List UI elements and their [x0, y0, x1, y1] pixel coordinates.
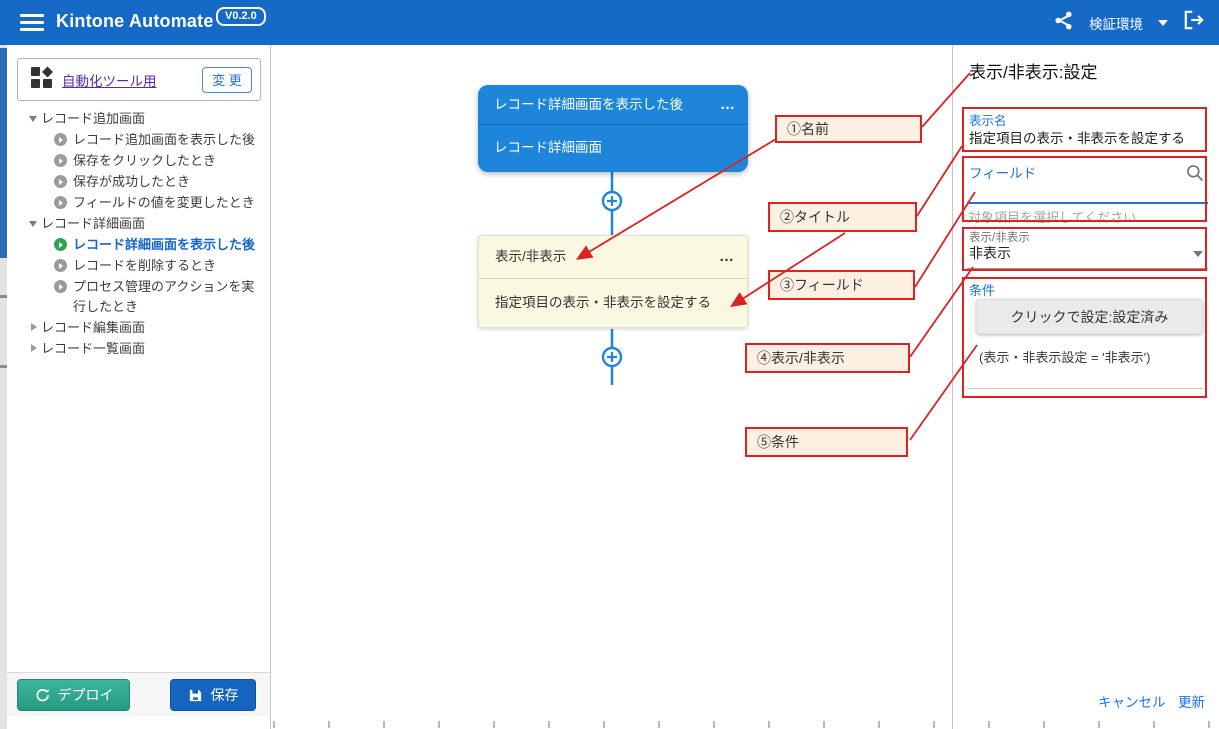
chevron-down-icon [29, 116, 37, 122]
tree-group-record-list[interactable]: レコード一覧画面 [7, 338, 271, 359]
version-badge: V0.2.0 [216, 7, 266, 26]
tree-item[interactable]: レコードを削除するとき [7, 255, 271, 276]
search-icon[interactable] [1185, 163, 1205, 188]
condition-expression: (表示・非表示設定 = '非表示') [979, 347, 1150, 366]
play-circle-icon [54, 154, 67, 167]
kintone-automate-app: Kintone Automate V0.2.0 検証環境 自動化ツール用 変 更 [0, 0, 1219, 729]
flow-canvas: レコード詳細画面を表示した後 … レコード詳細画面 表示/非表示 … 指定項目の… [271, 45, 952, 729]
app-grid-icon [30, 66, 53, 94]
play-circle-icon-green [54, 238, 67, 251]
annotation-condition: ⑤条件 [745, 427, 908, 457]
save-button[interactable]: 保存 [170, 679, 256, 711]
field-placeholder: 対象項目を選択してください [968, 207, 1136, 226]
add-step-icon [603, 348, 621, 366]
header-right-group: 検証環境 [1053, 0, 1205, 45]
trigger-node[interactable]: レコード詳細画面を表示した後 … レコード詳細画面 [478, 85, 748, 172]
change-app-button[interactable]: 変 更 [202, 67, 252, 93]
sidebar: 自動化ツール用 変 更 レコード追加画面 レコード追加画面を表示した後 保存をク… [7, 45, 271, 729]
cancel-link[interactable]: キャンセル [1098, 691, 1166, 711]
tree-item-selected[interactable]: レコード詳細画面を表示した後 [7, 234, 271, 255]
add-step-icon [603, 192, 621, 210]
display-name-value[interactable]: 指定項目の表示・非表示を設定する [969, 127, 1185, 147]
panel-title: 表示/非表示:設定 [969, 58, 1097, 83]
condition-set-button[interactable]: クリックで設定:設定済み [976, 299, 1203, 334]
environment-name[interactable]: 検証環境 [1089, 13, 1143, 33]
condition-underline [967, 388, 1203, 389]
play-circle-icon [54, 175, 67, 188]
annotation-visibility: ④表示/非表示 [745, 343, 910, 373]
event-tree: レコード追加画面 レコード追加画面を表示した後 保存をクリックしたとき 保存が成… [7, 108, 271, 359]
tree-group-record-add[interactable]: レコード追加画面 [7, 108, 271, 129]
tree-item[interactable]: レコード追加画面を表示した後 [7, 129, 271, 150]
tree-item[interactable]: 保存をクリックしたとき [7, 150, 271, 171]
deploy-button[interactable]: デプロイ [17, 679, 130, 711]
node-menu-icon[interactable]: … [719, 236, 735, 278]
visibility-select-value[interactable]: 非表示 [969, 243, 1011, 263]
annotation-field: ③フィールド [768, 270, 915, 300]
condition-label: 条件 [969, 280, 995, 299]
chevron-right-icon [31, 323, 37, 331]
action-node-body: 指定項目の表示・非表示を設定する [479, 279, 747, 327]
action-node[interactable]: 表示/非表示 … 指定項目の表示・非表示を設定する [478, 235, 748, 328]
top-header: Kintone Automate V0.2.0 検証環境 [0, 0, 1219, 45]
environment-caret-icon[interactable] [1158, 20, 1168, 26]
floppy-disk-icon [188, 688, 203, 703]
update-link[interactable]: 更新 [1178, 691, 1205, 711]
app-selector-box: 自動化ツール用 変 更 [17, 58, 261, 101]
field-input-underline[interactable] [967, 202, 1208, 204]
settings-panel: 表示/非表示:設定 表示名 指定項目の表示・非表示を設定する フィールド 対象項… [952, 45, 1219, 729]
trigger-node-body: レコード詳細画面 [478, 125, 748, 171]
play-circle-icon [54, 259, 67, 272]
trigger-node-header: レコード詳細画面を表示した後 … [478, 85, 748, 125]
field-label: フィールド [969, 162, 1036, 182]
chevron-down-icon [29, 221, 37, 227]
annotation-name: ①名前 [775, 115, 922, 143]
chevron-right-icon [31, 344, 37, 352]
annotation-title: ②タイトル [768, 202, 917, 232]
play-circle-icon [54, 196, 67, 209]
tree-group-record-edit[interactable]: レコード編集画面 [7, 317, 271, 338]
tree-item[interactable]: フィールドの値を変更したとき [7, 192, 271, 213]
tree-item[interactable]: 保存が成功したとき [7, 171, 271, 192]
tree-group-record-detail[interactable]: レコード詳細画面 [7, 213, 271, 234]
share-icon[interactable] [1053, 10, 1074, 36]
logout-icon[interactable] [1183, 10, 1205, 35]
tree-item[interactable]: プロセス管理のアクションを実行したとき [7, 276, 271, 317]
app-name-link[interactable]: 自動化ツール用 [62, 70, 157, 90]
node-menu-icon[interactable]: … [720, 85, 736, 125]
hamburger-menu-icon[interactable] [20, 14, 44, 31]
app-title: Kintone Automate [56, 11, 214, 32]
play-circle-icon [54, 133, 67, 146]
sync-icon [34, 687, 50, 703]
sidebar-footer: デプロイ 保存 [7, 672, 270, 716]
play-circle-icon [54, 280, 67, 293]
visibility-underline [967, 268, 1208, 269]
left-edge-strip [0, 45, 7, 729]
chevron-down-icon[interactable] [1193, 251, 1203, 257]
action-node-header: 表示/非表示 … [479, 236, 747, 279]
